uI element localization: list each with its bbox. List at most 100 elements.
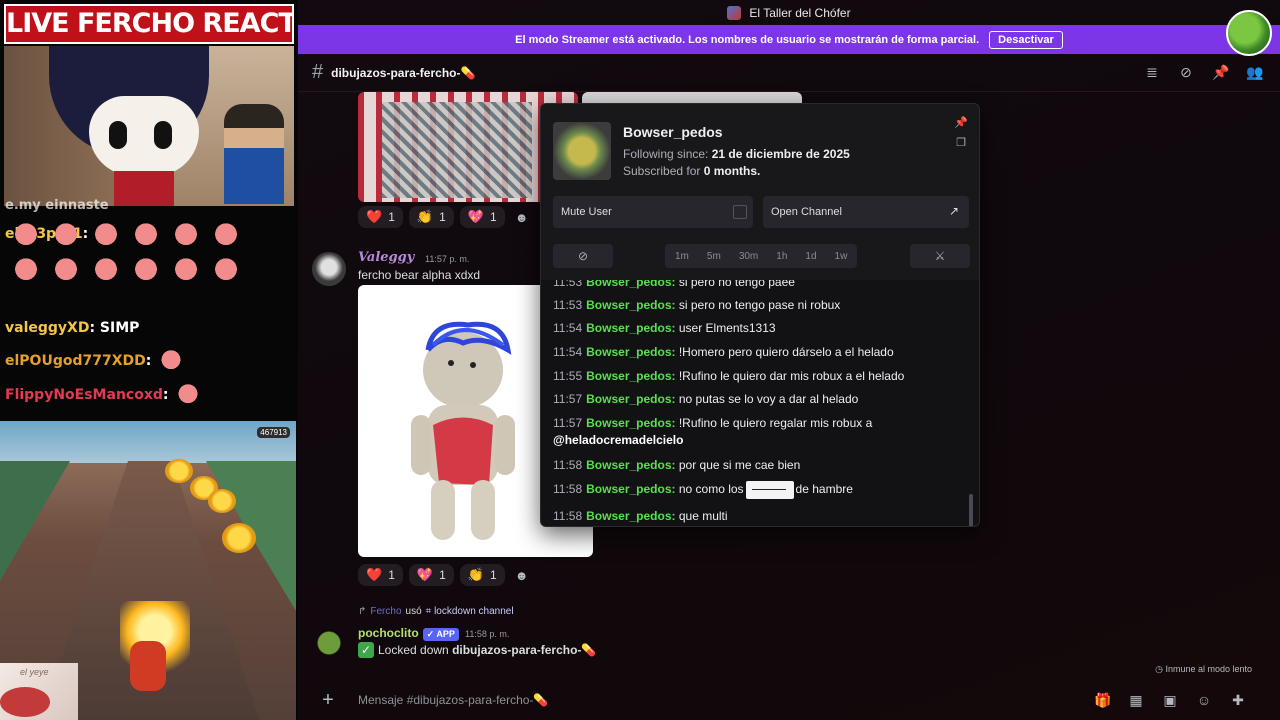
- attachment-image-detail: [382, 102, 532, 198]
- message-text: ✓ Locked down dibujazos-para-fercho-💊: [358, 642, 596, 658]
- message-timestamp: 11:57 p. m.: [425, 254, 470, 264]
- user-card-username[interactable]: Bowser_pedos: [623, 124, 723, 140]
- timeout-1w-button[interactable]: 1w: [835, 251, 848, 262]
- chat-line: 11:58 Bowser_pedos: no como los de hambre: [553, 481, 963, 499]
- clap-icon: 👏: [416, 209, 434, 224]
- locked-channel: dibujazos-para-fercho-💊: [452, 643, 597, 657]
- disable-streamer-mode-button[interactable]: Desactivar: [989, 30, 1063, 49]
- chat-user[interactable]: Bowser_pedos: [586, 509, 671, 523]
- app-badge: ✓ APP: [422, 628, 459, 641]
- channel-header: # dibujazos-para-fercho-💊 ≣ ⊘ 📌 👥: [298, 54, 1280, 92]
- open-channel-button[interactable]: Open Channel ↗: [763, 196, 969, 228]
- reaction-pill[interactable]: ❤️ 1: [358, 206, 403, 228]
- stream-title-banner: LIVE FERCHO REACTION: [4, 4, 294, 44]
- chat-user[interactable]: Bowser_pedos: [586, 458, 671, 472]
- timeout-5m-button[interactable]: 5m: [707, 251, 721, 262]
- pin-icon[interactable]: 📌: [1212, 64, 1229, 80]
- timeout-1d-button[interactable]: 1d: [805, 251, 816, 262]
- reaction-pill[interactable]: 💖 1: [408, 564, 454, 586]
- subscribed-value: 0 months.: [703, 164, 761, 178]
- ban-button[interactable]: ⊘: [553, 244, 613, 268]
- sword-icon: ⚔: [934, 249, 946, 263]
- member-list-icon[interactable]: 👥: [1246, 64, 1263, 80]
- chat-message: no como los: [678, 482, 744, 497]
- heart-icon: ❤️: [366, 209, 383, 224]
- message-author[interactable]: pochoclito ✓ APP: [358, 626, 459, 641]
- chat-time: 11:54: [553, 345, 583, 359]
- user-avatar[interactable]: [1226, 10, 1272, 56]
- notifications-off-icon[interactable]: ⊘: [1178, 64, 1194, 80]
- add-reaction-icon[interactable]: ☻: [511, 564, 533, 586]
- mod-button[interactable]: ⚔: [910, 244, 970, 268]
- timeout-1h-button[interactable]: 1h: [776, 251, 787, 262]
- add-attachment-icon[interactable]: +: [308, 689, 348, 712]
- chat-line: 11:58 Bowser_pedos: por que si me cae bie…: [553, 458, 801, 472]
- emoji-icon[interactable]: ☺: [1196, 692, 1212, 708]
- thumbnail-label: el yeye: [20, 667, 49, 677]
- message-timestamp: 11:58 p. m.: [465, 629, 510, 639]
- chat-user[interactable]: Bowser_pedos: [586, 345, 671, 359]
- chat-user[interactable]: Bowser_pedos: [586, 298, 671, 312]
- mute-user-checkbox[interactable]: [733, 205, 747, 219]
- overlay-user: elPOUgod777XDD: [5, 353, 146, 369]
- avatar[interactable]: [312, 626, 346, 660]
- coin-icon: [208, 489, 236, 513]
- message-author[interactable]: Valeggy: [358, 250, 414, 265]
- chat-user[interactable]: Bowser_pedos: [586, 482, 671, 496]
- message-input[interactable]: [358, 693, 958, 707]
- reaction-count: 1: [489, 210, 497, 224]
- add-reaction-icon[interactable]: ☻: [511, 206, 533, 228]
- heart-icon: ❤️: [366, 567, 383, 582]
- patrick-emote: [89, 258, 123, 286]
- patrick-emote: [169, 223, 203, 251]
- overlay-message: SIMP: [95, 320, 140, 336]
- server-icon: [727, 5, 742, 20]
- patrick-emote: [173, 382, 204, 408]
- reaction-pill[interactable]: ❤️ 1: [358, 564, 403, 586]
- chat-user[interactable]: Bowser_pedos: [586, 321, 671, 335]
- patrick-emote: [49, 223, 83, 251]
- timeout-30m-button[interactable]: 30m: [739, 251, 758, 262]
- patrick-emote: [209, 223, 243, 251]
- command-user[interactable]: Fercho: [370, 606, 401, 617]
- chat-message: por que si me cae bien: [678, 458, 801, 472]
- timeout-1m-button[interactable]: 1m: [675, 251, 689, 262]
- apps-icon[interactable]: ✚: [1230, 692, 1246, 708]
- reaction-pill[interactable]: 👏 1: [459, 564, 505, 586]
- patrick-emote: [129, 258, 163, 286]
- gif-icon[interactable]: ▦: [1128, 692, 1144, 708]
- avatar-eye-left: [109, 121, 127, 149]
- chat-line: 11:53 Bowser_pedos: si pero no tengo pase…: [553, 298, 841, 312]
- chat-user[interactable]: Bowser_pedos: [586, 369, 671, 383]
- overlay-cut-line: e.my einnaste: [5, 198, 109, 213]
- sticker-icon[interactable]: ▣: [1162, 692, 1178, 708]
- user-card-avatar[interactable]: [553, 122, 611, 180]
- avatar[interactable]: [312, 252, 346, 286]
- patrick-emote: [169, 258, 203, 286]
- chat-user[interactable]: Bowser_pedos: [586, 392, 671, 406]
- user-card-header: Bowser_pedos Following since: 21 de dici…: [541, 104, 979, 280]
- following-date: 21 de diciembre de 2025: [711, 147, 850, 161]
- mute-user-button[interactable]: Mute User: [553, 196, 753, 228]
- overlay-user: FlippyNoEsMancoxd: [5, 387, 163, 403]
- app-badge-label: APP: [436, 629, 455, 639]
- pin-card-icon[interactable]: 📌: [953, 116, 969, 132]
- chat-line: 11:53 Bowser_pedos: si pero no tengo paee: [553, 280, 963, 291]
- command-name-link[interactable]: ⌗ lockdown channel: [426, 606, 514, 617]
- gameplay-feed: 467913 el yeye: [0, 421, 296, 720]
- chat-mention[interactable]: @heladocremadelcielo: [553, 433, 683, 447]
- copy-icon[interactable]: ❐: [953, 136, 969, 152]
- chat-user[interactable]: Bowser_pedos: [586, 280, 671, 289]
- chat-message: user Elments1313: [678, 321, 776, 335]
- gift-icon[interactable]: 🎁: [1094, 692, 1111, 708]
- threads-icon[interactable]: ≣: [1144, 64, 1160, 80]
- reaction-pill[interactable]: 👏 1: [408, 206, 454, 228]
- user-card-popup: Bowser_pedos Following since: 21 de dici…: [540, 103, 980, 527]
- overlay-sep: :: [145, 353, 152, 369]
- chat-user[interactable]: Bowser_pedos: [586, 416, 671, 430]
- patrick-emote: [9, 258, 43, 286]
- composer-toolbar: 🎁 ▦ ▣ ☺ ✚: [1094, 692, 1246, 708]
- reaction-pill[interactable]: 💖 1: [459, 206, 505, 228]
- patrick-emote: [129, 223, 163, 251]
- popup-scrollbar[interactable]: [969, 494, 973, 526]
